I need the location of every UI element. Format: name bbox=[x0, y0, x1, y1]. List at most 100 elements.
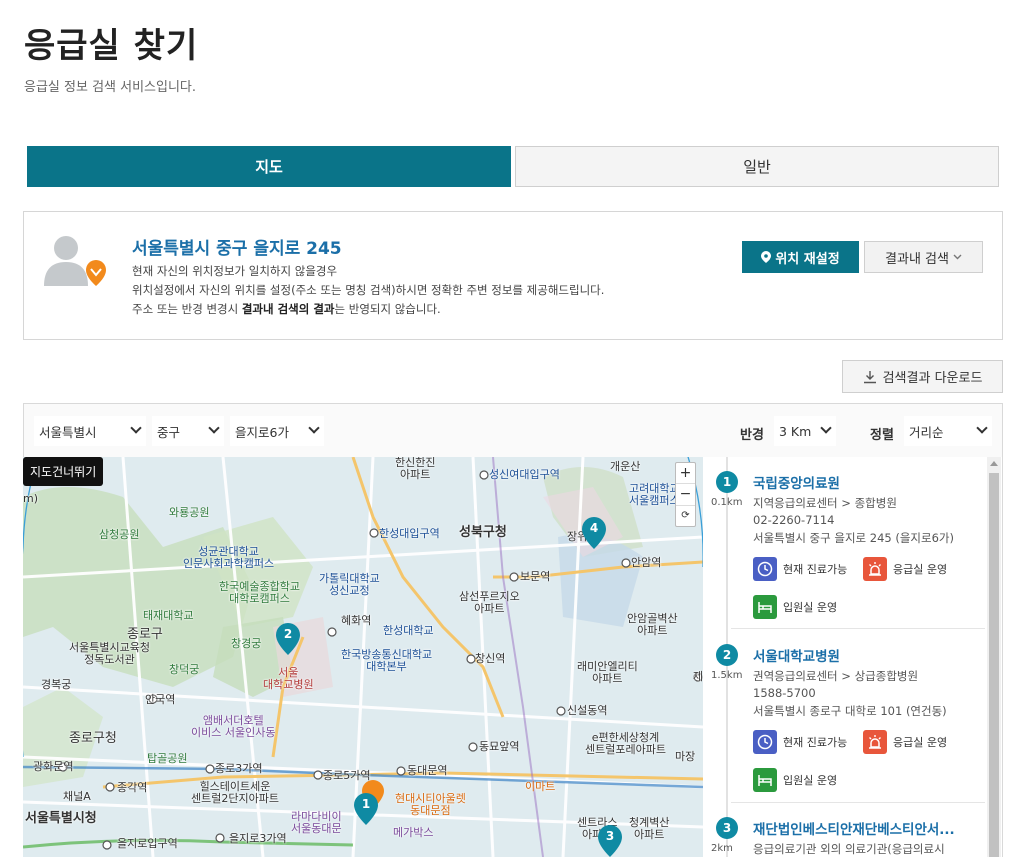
chevron-down-icon bbox=[308, 422, 320, 434]
map-label: 한성대학교 bbox=[383, 624, 434, 637]
map-label: e편한세상청계 센트럴포레아파트 bbox=[585, 731, 666, 756]
status-badge-er: 응급실 운영 bbox=[863, 730, 947, 754]
map-label: 안국역 bbox=[145, 693, 176, 706]
map-view[interactable]: 한신한진 아파트 성신여대입구역 개운산 고려대학교 서울캠퍼스 와룡공원 삼청공원… bbox=[23, 457, 703, 857]
chevron-down-icon bbox=[976, 422, 988, 434]
status-badge-ward: 입원실 운영 bbox=[753, 768, 837, 792]
hospital-phone: 1588-5700 bbox=[753, 686, 816, 700]
map-label: 광화문역 bbox=[33, 760, 74, 773]
results-scrollbar[interactable] bbox=[987, 457, 1001, 857]
map-zoom-control: + − ⟳ bbox=[675, 462, 696, 527]
hospital-name-link[interactable]: 재단법인베스티안재단베스티안서... bbox=[753, 818, 955, 838]
status-badge-label: 입원실 운영 bbox=[783, 601, 838, 614]
status-badge-er: 응급실 운영 bbox=[863, 557, 947, 581]
map-label: 을지로입구역 bbox=[117, 837, 178, 850]
map-label: 이마트 bbox=[525, 780, 556, 793]
skip-map-button[interactable]: 지도건너뛰기 bbox=[23, 457, 104, 486]
siren-icon bbox=[863, 557, 887, 581]
zoom-in-button[interactable]: + bbox=[676, 463, 695, 485]
map-label: 동묘앞역 bbox=[479, 740, 520, 753]
page-subtitle: 응급실 정보 검색 서비스입니다. bbox=[24, 80, 197, 95]
map-label: 제 bbox=[693, 670, 703, 683]
sort-label: 정렬 bbox=[870, 428, 894, 443]
map-label: 삼청공원 bbox=[99, 528, 140, 541]
map-label: 창신역 bbox=[475, 652, 506, 665]
map-label: 서울특별시청 bbox=[25, 811, 97, 826]
hospital-name-link[interactable]: 국립중앙의료원 bbox=[753, 472, 840, 492]
map-label: 경복궁 bbox=[41, 678, 72, 691]
map-label: 한성대입구역 bbox=[379, 527, 440, 540]
map-label: 창경궁 bbox=[231, 637, 262, 650]
location-reset-button[interactable]: 위치 재설정 bbox=[742, 241, 859, 273]
dong-select-value: 을지로6가 bbox=[235, 424, 289, 440]
location-panel: 서울특별시 중구 을지로 245 현재 자신의 위치정보가 일치하지 않을경우 … bbox=[23, 211, 1003, 340]
map-label: 장위 bbox=[567, 530, 588, 543]
map-label: 고려대학교 서울캠퍼스 bbox=[629, 482, 680, 507]
chevron-down-icon bbox=[953, 254, 962, 260]
result-distance: 0.1km bbox=[711, 497, 743, 508]
map-label: 성균관대학교 인문사회과학캠퍼스 bbox=[183, 545, 275, 570]
map-label: 한신한진 아파트 bbox=[395, 457, 436, 481]
chevron-down-icon bbox=[130, 422, 142, 434]
status-badge-available: 현재 진료가능 bbox=[753, 730, 847, 754]
result-number: 3 bbox=[716, 817, 738, 839]
status-badge-available: 현재 진료가능 bbox=[753, 557, 847, 581]
map-label: 앰배서더호텔 이비스 서울인사동 bbox=[191, 714, 276, 739]
download-results-button[interactable]: 검색결과 다운로드 bbox=[842, 360, 1003, 393]
zoom-out-button[interactable]: − bbox=[676, 484, 695, 506]
map-label: 종로구 bbox=[127, 627, 163, 642]
clock-icon bbox=[753, 557, 777, 581]
radius-select[interactable]: 3 Km bbox=[774, 416, 836, 446]
notice-line-1: 현재 자신의 위치정보가 일치하지 않을경우 bbox=[132, 264, 338, 278]
refresh-map-button[interactable]: ⟳ bbox=[676, 506, 695, 526]
location-pin-icon bbox=[761, 251, 772, 263]
chevron-down-icon bbox=[208, 422, 220, 434]
notice-line-3-bold: 결과내 검색의 결과 bbox=[241, 302, 335, 316]
map-label: 종로5가역 bbox=[323, 769, 371, 782]
sort-select[interactable]: 거리순 bbox=[904, 416, 992, 446]
siren-icon bbox=[863, 730, 887, 754]
tab-general[interactable]: 일반 bbox=[515, 146, 999, 187]
page-title: 응급실 찾기 bbox=[24, 26, 199, 66]
district-select[interactable]: 중구 bbox=[152, 416, 224, 446]
status-badge-label: 현재 진료가능 bbox=[783, 736, 848, 749]
current-address: 서울특별시 중구 을지로 245 bbox=[132, 239, 342, 259]
map-label: 가톨릭대학교 성신교정 bbox=[319, 572, 380, 597]
map-label: 현대시티아울렛 동대문점 bbox=[395, 792, 466, 817]
map-label: 종로3가역 bbox=[215, 762, 263, 775]
city-select[interactable]: 서울특별시 bbox=[34, 416, 146, 446]
map-label: 서울 대학교병원 bbox=[263, 666, 314, 691]
map-label: 삼선푸르지오 아파트 bbox=[459, 590, 520, 615]
dong-select[interactable]: 을지로6가 bbox=[230, 416, 324, 446]
location-notice: 현재 자신의 위치정보가 일치하지 않을경우 위치설정에서 자신의 위치를 설정… bbox=[132, 262, 604, 319]
map-label: 안암역 bbox=[631, 556, 662, 569]
clock-icon bbox=[753, 730, 777, 754]
map-label: 한국방송통신대학교 대학본부 bbox=[341, 648, 433, 673]
map-label: 힐스테이트세운 센트럴2단지아파트 bbox=[191, 780, 279, 805]
map-label: 개운산 bbox=[610, 460, 641, 473]
marker-number-2: 2 bbox=[283, 627, 293, 641]
scroll-up-arrow-icon[interactable] bbox=[990, 461, 998, 466]
map-label: 메가박스 bbox=[393, 826, 434, 839]
map-label: 종각역 bbox=[117, 781, 148, 794]
city-select-value: 서울특별시 bbox=[39, 424, 97, 440]
scrollbar-thumb[interactable] bbox=[989, 473, 999, 857]
hospital-category: 응급의료기관 외의 의료기관(응급의료시 bbox=[753, 842, 945, 856]
radius-label: 반경 bbox=[740, 428, 764, 443]
marker-number-3: 3 bbox=[605, 829, 615, 843]
result-number: 1 bbox=[716, 471, 738, 493]
view-tabs: 지도 일반 bbox=[27, 146, 999, 187]
map-label: 보문역 bbox=[520, 570, 551, 583]
map-label: 청계벽산 아파트 bbox=[629, 816, 670, 841]
filter-bar: 서울특별시 중구 을지로6가 반경 3 Km 정렬 거리순 bbox=[23, 403, 1003, 457]
map-label: 태재대학교 bbox=[143, 609, 194, 622]
map-label: 서울특별시교육청 정독도서관 bbox=[69, 641, 150, 666]
location-reset-label: 위치 재설정 bbox=[775, 251, 840, 267]
tab-map[interactable]: 지도 bbox=[27, 146, 511, 187]
bed-icon bbox=[753, 768, 777, 792]
notice-line-3: 주소 또는 반경 변경시 결과내 검색의 결과는 반영되지 않습니다. bbox=[132, 300, 604, 319]
hospital-address: 서울특별시 중구 을지로 245 (을지로6가) bbox=[753, 531, 954, 545]
result-filter-button[interactable]: 결과내 검색 bbox=[864, 241, 983, 273]
hospital-name-link[interactable]: 서울대학교병원 bbox=[753, 645, 840, 665]
map-label: 성신여대입구역 bbox=[489, 468, 560, 481]
